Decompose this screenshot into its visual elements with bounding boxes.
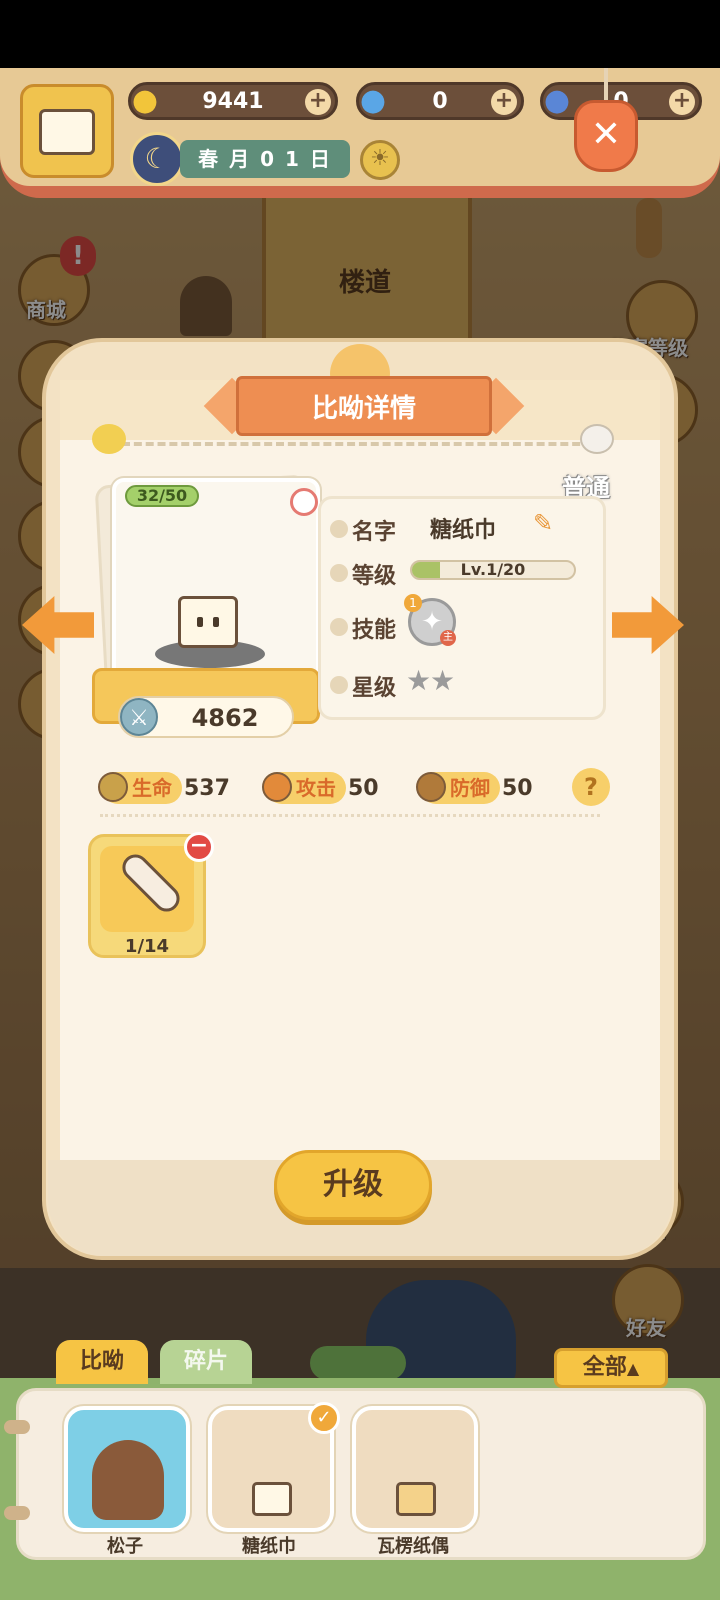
tissue-pet-sprite: [252, 1482, 292, 1516]
name-label: 名字: [352, 520, 397, 545]
stat-attack-value: 50: [348, 776, 379, 801]
defense-icon: [416, 772, 446, 802]
paw-icon: [330, 618, 348, 636]
pet-eye-right: [213, 617, 219, 627]
add-blue-banana-button[interactable]: +: [669, 89, 695, 115]
sun-icon: ☀: [360, 140, 400, 180]
level-text: Lv.1/20: [460, 560, 526, 579]
add-flame-button[interactable]: +: [491, 89, 517, 115]
resource-banana: ● 9441 +: [128, 82, 338, 120]
star-label: 星级: [352, 676, 397, 701]
pet-name-tissue: 糖纸巾: [242, 1536, 296, 1557]
player-avatar[interactable]: [20, 84, 114, 178]
calendar-date: 春 月 0 1 日: [180, 140, 350, 178]
pet-slot-pinecone[interactable]: [64, 1406, 190, 1532]
modal-title: 比呦详情: [236, 376, 492, 436]
pet-name-cardboard: 瓦楞纸偶: [377, 1536, 449, 1557]
card-hp: 32/50: [125, 485, 199, 507]
filter-label: 全部: [582, 1355, 627, 1380]
paw-icon: [330, 564, 348, 582]
upgrade-button[interactable]: 升级: [274, 1150, 432, 1220]
stats-divider: [100, 814, 600, 817]
pet-name-pinecone: 松子: [107, 1536, 143, 1557]
stat-defense-value: 50: [502, 776, 533, 801]
hinge-icon: [4, 1420, 30, 1434]
skill-level-badge: 1: [404, 594, 422, 612]
skill-label: 技能: [352, 618, 397, 643]
ghost-chick-icon: [580, 424, 614, 454]
tab-fragments[interactable]: 碎片: [160, 1340, 252, 1384]
attack-icon: [262, 772, 292, 802]
remove-material-button[interactable]: −: [184, 832, 214, 862]
stat-hp-value: 537: [184, 776, 230, 801]
chick-icon: [92, 424, 126, 454]
header-divider: [122, 442, 592, 446]
level-label: 等级: [352, 564, 397, 589]
pet-eye-left: [197, 617, 203, 627]
game-screen: { "resources": [ {"icon": "banana-icon",…: [0, 0, 720, 1600]
paw-icon: [330, 520, 348, 538]
selected-check-icon: ✓: [308, 1402, 340, 1434]
pet-sprite: [178, 596, 238, 648]
caret-up-icon: ▲: [626, 1359, 640, 1378]
level-bar: Lv.1/20: [410, 560, 576, 580]
cardboard-pet-sprite: [396, 1482, 436, 1516]
paw-icon: [330, 676, 348, 694]
help-button[interactable]: ?: [572, 768, 610, 806]
rope: [604, 68, 608, 104]
power-value: 4862: [191, 704, 259, 732]
pet-slot-cardboard[interactable]: [352, 1406, 478, 1532]
resource-flame: ● 0 +: [356, 82, 524, 120]
material-count: 1/14: [124, 936, 170, 957]
add-banana-button[interactable]: +: [305, 89, 331, 115]
filter-dropdown[interactable]: 全部▲: [554, 1348, 668, 1388]
pet-name: 糖纸巾: [430, 518, 497, 543]
crossed-swords-icon: ⚔: [120, 698, 158, 736]
avatar-cube-icon: [39, 109, 95, 155]
close-button[interactable]: ✕: [574, 100, 638, 172]
tag-icon[interactable]: [290, 488, 318, 516]
tab-pets[interactable]: 比呦: [56, 1340, 148, 1384]
star-icon: ★: [430, 664, 456, 697]
hinge-icon: [4, 1506, 30, 1520]
hp-icon: [98, 772, 128, 802]
moon-icon: ☾: [130, 132, 184, 186]
skill-main-badge: 主: [440, 630, 456, 646]
pinecone-pet-sprite: [92, 1440, 164, 1520]
star-icon: ★: [406, 664, 432, 697]
pencil-icon[interactable]: ✎: [528, 508, 558, 538]
